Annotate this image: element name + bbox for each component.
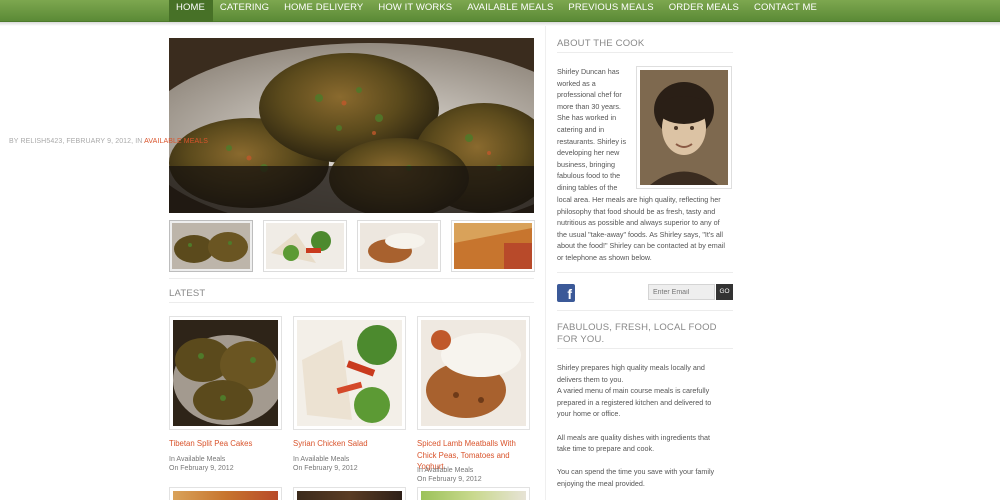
featured-meta: BY RELISH5423, FEBRUARY 9, 2012, IN AVAI… bbox=[9, 138, 208, 145]
nav-catering[interactable]: CATERING bbox=[213, 0, 277, 22]
featured-title[interactable]: Tibetan Split Pea Cakes bbox=[9, 187, 164, 203]
latest-heading: LATEST bbox=[169, 288, 206, 299]
slider-thumb-2[interactable] bbox=[263, 220, 347, 272]
latest-card-date: On February 9, 2012 bbox=[293, 465, 358, 472]
latest-card-meta: In Available Meals On February 9, 2012 bbox=[417, 466, 482, 484]
featured-caption-bar bbox=[169, 166, 534, 213]
about-text-narrow: Shirley Duncan has worked as a professio… bbox=[557, 67, 627, 192]
thumb-pea-cakes-image bbox=[172, 223, 250, 269]
cook-portrait bbox=[636, 66, 732, 189]
fabulous-heading-rule bbox=[557, 348, 733, 349]
about-heading-rule bbox=[557, 52, 733, 53]
featured-slider[interactable] bbox=[169, 38, 534, 213]
thumb-pie-image bbox=[454, 223, 532, 269]
latest-card-image[interactable] bbox=[293, 316, 406, 430]
latest-card-image[interactable] bbox=[417, 316, 530, 430]
about-heading: ABOUT THE COOK bbox=[557, 38, 645, 49]
featured-byline: BY RELISH5423, FEBRUARY 9, 2012, IN bbox=[9, 138, 143, 145]
latest-heading-rule bbox=[169, 302, 534, 303]
divider bbox=[557, 272, 733, 273]
facebook-icon[interactable]: f bbox=[557, 284, 575, 302]
latest-card-image[interactable] bbox=[169, 316, 282, 430]
latest-card-meta: In Available Meals On February 9, 2012 bbox=[293, 455, 358, 473]
divider bbox=[169, 278, 534, 279]
latest-card-meta: In Available Meals On February 9, 2012 bbox=[169, 455, 234, 473]
latest-card-title[interactable]: Syrian Chicken Salad bbox=[293, 438, 411, 450]
nav-shadow bbox=[0, 22, 1000, 26]
slider-thumb-1[interactable] bbox=[169, 220, 253, 272]
thumb-meatballs-image bbox=[360, 223, 438, 269]
latest-card-image[interactable] bbox=[417, 487, 530, 500]
salad-image bbox=[297, 320, 402, 426]
slider-thumbnails bbox=[169, 220, 545, 272]
nav-order-meals[interactable]: ORDER MEALS bbox=[662, 0, 747, 22]
latest-card-category[interactable]: In Available Meals bbox=[169, 455, 234, 464]
meatballs-image bbox=[421, 320, 526, 426]
nav-home-delivery[interactable]: HOME DELIVERY bbox=[277, 0, 371, 22]
nav-home[interactable]: HOME bbox=[169, 0, 213, 22]
pea-cakes-image bbox=[173, 320, 278, 426]
slider-thumb-4[interactable] bbox=[451, 220, 535, 272]
fabulous-text: Shirley prepares high quality meals loca… bbox=[557, 363, 715, 488]
main-nav: HOME CATERING HOME DELIVERY HOW IT WORKS… bbox=[0, 0, 1000, 22]
latest-card-date: On February 9, 2012 bbox=[417, 476, 482, 483]
latest-card-image[interactable] bbox=[169, 487, 282, 500]
slider-thumb-3[interactable] bbox=[357, 220, 441, 272]
divider bbox=[557, 310, 733, 311]
nav-available-meals[interactable]: AVAILABLE MEALS bbox=[460, 0, 561, 22]
latest-card-image[interactable] bbox=[293, 487, 406, 500]
about-text-wide: local area. Her meals are high quality, … bbox=[557, 195, 725, 262]
sidebar-divider bbox=[545, 26, 546, 500]
latest-card-category[interactable]: In Available Meals bbox=[293, 455, 358, 464]
nav-previous-meals[interactable]: PREVIOUS MEALS bbox=[561, 0, 661, 22]
latest-card-title[interactable]: Tibetan Split Pea Cakes bbox=[169, 438, 287, 450]
thumb-salad-image bbox=[266, 223, 344, 269]
nav-contact-me[interactable]: CONTACT ME bbox=[747, 0, 825, 22]
cook-portrait-image bbox=[640, 70, 728, 185]
email-subscribe-input[interactable] bbox=[648, 284, 715, 300]
latest-card-category[interactable]: In Available Meals bbox=[417, 466, 482, 475]
featured-category-link[interactable]: AVAILABLE MEALS bbox=[144, 138, 208, 145]
nav-how-it-works[interactable]: HOW IT WORKS bbox=[371, 0, 460, 22]
fabulous-heading: FABULOUS, FRESH, LOCAL FOOD FOR YOU. bbox=[557, 322, 717, 345]
latest-card-date: On February 9, 2012 bbox=[169, 465, 234, 472]
email-subscribe-go-button[interactable]: GO bbox=[716, 284, 733, 300]
